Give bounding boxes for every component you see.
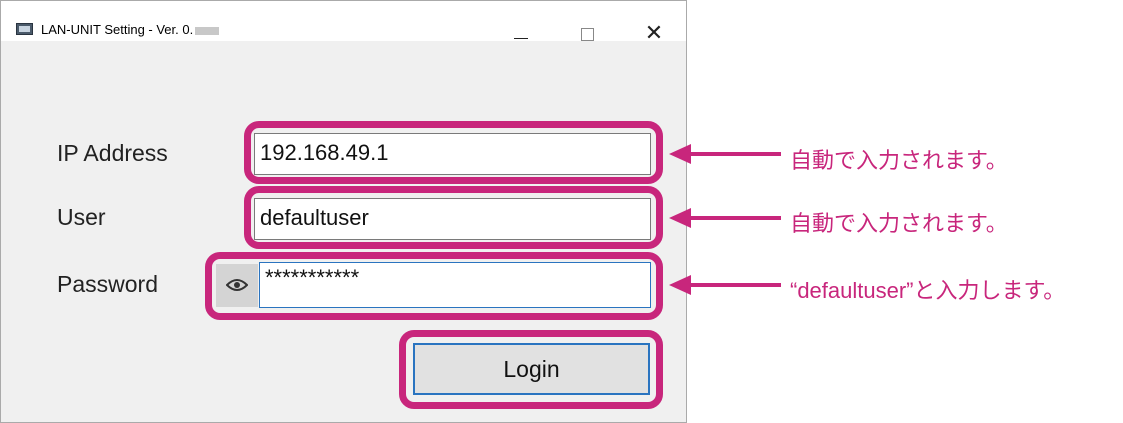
password-label: Password [57,271,158,297]
minimize-icon [514,38,528,39]
arrow-user-icon [669,208,781,228]
ip-annotation: 自動で入力されます。 [790,148,1008,173]
arrow-ip-icon [669,144,781,164]
highlight-password [205,252,663,320]
maximize-button[interactable] [567,11,607,41]
close-icon: ✕ [644,20,664,45]
ip-address-label: IP Address [57,140,168,166]
close-button[interactable]: ✕ [634,11,674,45]
maximize-icon [580,28,594,41]
version-redacted [195,26,220,35]
highlight-ip [244,121,663,184]
user-label: User [57,204,106,230]
minimize-button[interactable] [501,11,541,41]
highlight-login [399,330,663,409]
title-bar: LAN-UNIT Setting - Ver. 0. ✕ [1,1,686,45]
password-annotation: “defaultuser”と入力します。 [790,278,1066,303]
highlight-user [244,186,663,249]
arrow-password-icon [669,275,781,295]
app-icon [16,23,33,35]
window-title: LAN-UNIT Setting - Ver. 0. [41,23,220,37]
user-annotation: 自動で入力されます。 [790,211,1008,236]
